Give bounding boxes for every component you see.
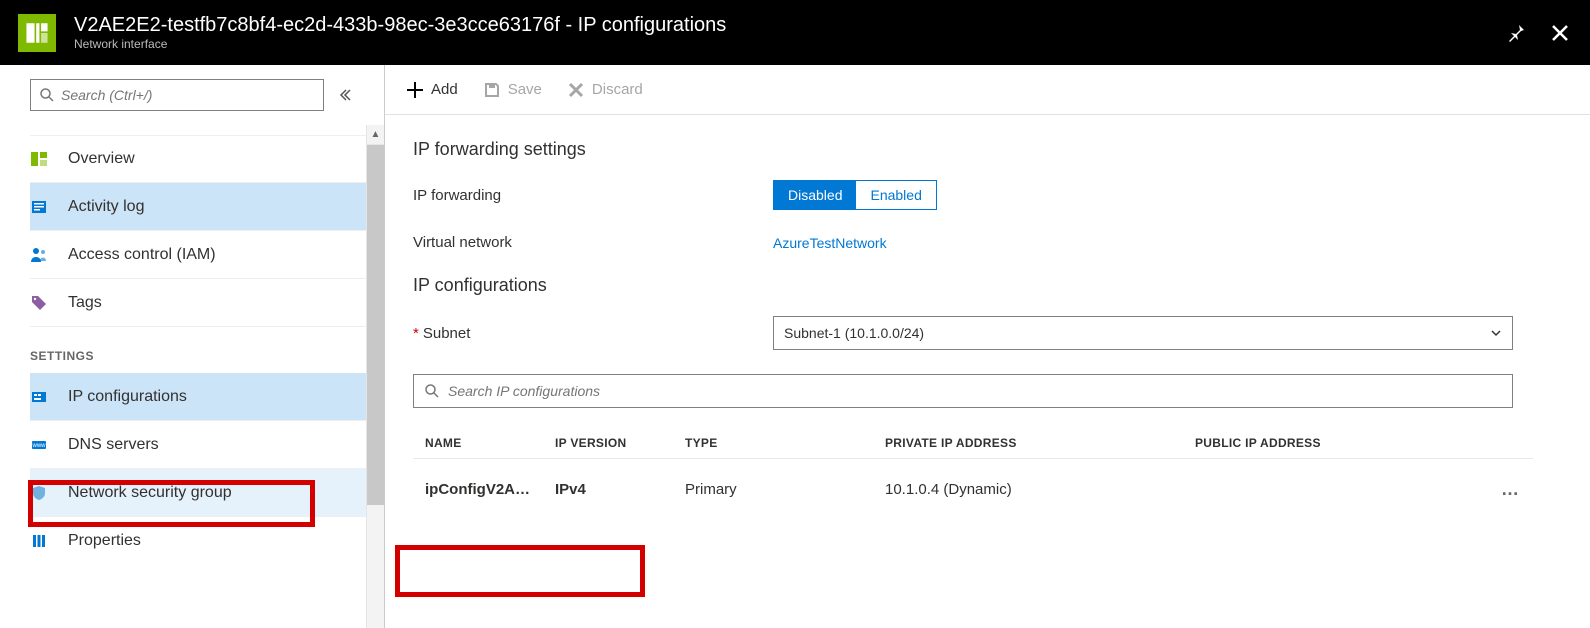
- sidebar-label-nsg: Network security group: [68, 484, 232, 502]
- tags-icon: [30, 294, 68, 312]
- toolbar: Add Save Discard: [385, 65, 1590, 115]
- ip-config-table: NAME IP VERSION TYPE PRIVATE IP ADDRESS …: [413, 428, 1533, 520]
- discard-label: Discard: [592, 81, 643, 98]
- sidebar-item-properties[interactable]: Properties: [30, 517, 366, 565]
- section-ip-forwarding-title: IP forwarding settings: [413, 139, 1562, 160]
- sidebar-section-settings: SETTINGS: [0, 327, 384, 373]
- doc-highlight-row: [395, 545, 645, 597]
- sidebar: Overview Activity log Access control (IA…: [0, 65, 385, 628]
- resource-icon: [18, 14, 56, 52]
- blade-title: V2AE2E2-testfb7c8bf4-ec2d-433b-98ec-3e3c…: [74, 13, 1504, 37]
- sidebar-label-tags: Tags: [68, 294, 102, 312]
- sidebar-scrollbar[interactable]: ▲: [366, 125, 384, 628]
- shield-icon: [30, 484, 68, 502]
- chevron-down-icon: [1490, 327, 1502, 339]
- sidebar-item-tags[interactable]: Tags: [30, 279, 366, 327]
- sidebar-search[interactable]: [30, 79, 324, 111]
- col-version: IP VERSION: [555, 436, 685, 450]
- subnet-select[interactable]: Subnet-1 (10.1.0.0/24): [773, 316, 1513, 350]
- cell-name: ipConfigV2A…: [425, 481, 555, 498]
- cell-version: IPv4: [555, 481, 685, 498]
- col-public: PUBLIC IP ADDRESS: [1195, 436, 1521, 450]
- toggle-disabled[interactable]: Disabled: [774, 181, 856, 209]
- save-icon: [482, 80, 502, 100]
- row-more-icon[interactable]: …: [1481, 479, 1521, 500]
- virtual-network-link[interactable]: AzureTestNetwork: [773, 235, 887, 251]
- col-private: PRIVATE IP ADDRESS: [885, 436, 1195, 450]
- blade-header: V2AE2E2-testfb7c8bf4-ec2d-433b-98ec-3e3c…: [0, 0, 1590, 65]
- subnet-label-text: Subnet: [423, 325, 471, 342]
- scroll-thumb[interactable]: [367, 145, 384, 505]
- main-content: Add Save Discard IP forwarding settings …: [385, 65, 1590, 628]
- sidebar-item-dns-servers[interactable]: www DNS servers: [30, 421, 366, 469]
- header-text: V2AE2E2-testfb7c8bf4-ec2d-433b-98ec-3e3c…: [74, 13, 1504, 51]
- sidebar-label-iam: Access control (IAM): [68, 246, 216, 264]
- sidebar-label-activity: Activity log: [68, 198, 144, 216]
- ipconfig-icon: [30, 388, 68, 406]
- close-icon[interactable]: [1548, 21, 1572, 45]
- scroll-up-icon[interactable]: ▲: [367, 125, 384, 145]
- sidebar-label-props: Properties: [68, 532, 141, 550]
- plus-icon: [405, 80, 425, 100]
- cell-type: Primary: [685, 481, 885, 498]
- ip-forwarding-label: IP forwarding: [413, 187, 773, 204]
- overview-icon: [30, 150, 68, 168]
- table-row[interactable]: ipConfigV2A… IPv4 Primary 10.1.0.4 (Dyna…: [413, 459, 1533, 520]
- toggle-enabled[interactable]: Enabled: [856, 181, 935, 209]
- save-button[interactable]: Save: [482, 80, 542, 100]
- sidebar-search-input[interactable]: [61, 87, 315, 103]
- discard-button[interactable]: Discard: [566, 80, 643, 100]
- pin-icon[interactable]: [1504, 21, 1528, 45]
- iam-icon: [30, 246, 68, 264]
- svg-text:www: www: [32, 443, 47, 449]
- sidebar-item-ip-configurations[interactable]: IP configurations: [30, 373, 366, 421]
- save-label: Save: [508, 81, 542, 98]
- collapse-sidebar-icon[interactable]: [334, 88, 354, 102]
- sidebar-item-overview[interactable]: Overview: [30, 135, 366, 183]
- add-label: Add: [431, 81, 458, 98]
- sidebar-item-activity-log[interactable]: Activity log: [30, 183, 366, 231]
- blade-subtitle: Network interface: [74, 37, 1504, 51]
- section-ip-configurations-title: IP configurations: [413, 275, 1562, 296]
- activity-log-icon: [30, 198, 68, 216]
- ip-config-search[interactable]: [413, 374, 1513, 408]
- sidebar-label-ipconfig: IP configurations: [68, 388, 187, 406]
- search-icon: [424, 383, 440, 399]
- discard-icon: [566, 80, 586, 100]
- sidebar-label-dns: DNS servers: [68, 436, 159, 454]
- dns-icon: www: [30, 436, 68, 454]
- sidebar-item-iam[interactable]: Access control (IAM): [30, 231, 366, 279]
- col-type: TYPE: [685, 436, 885, 450]
- cell-private: 10.1.0.4 (Dynamic): [885, 481, 1195, 498]
- table-header: NAME IP VERSION TYPE PRIVATE IP ADDRESS …: [413, 428, 1533, 459]
- sidebar-item-nsg[interactable]: Network security group: [30, 469, 366, 517]
- ip-forwarding-toggle[interactable]: Disabled Enabled: [773, 180, 937, 210]
- col-name: NAME: [425, 436, 555, 450]
- sidebar-label-overview: Overview: [68, 150, 135, 168]
- virtual-network-label: Virtual network: [413, 234, 773, 251]
- subnet-selected-value: Subnet-1 (10.1.0.0/24): [784, 325, 924, 341]
- subnet-label: *Subnet: [413, 325, 773, 342]
- add-button[interactable]: Add: [405, 80, 458, 100]
- properties-icon: [30, 532, 68, 550]
- ip-config-search-input[interactable]: [448, 383, 1502, 399]
